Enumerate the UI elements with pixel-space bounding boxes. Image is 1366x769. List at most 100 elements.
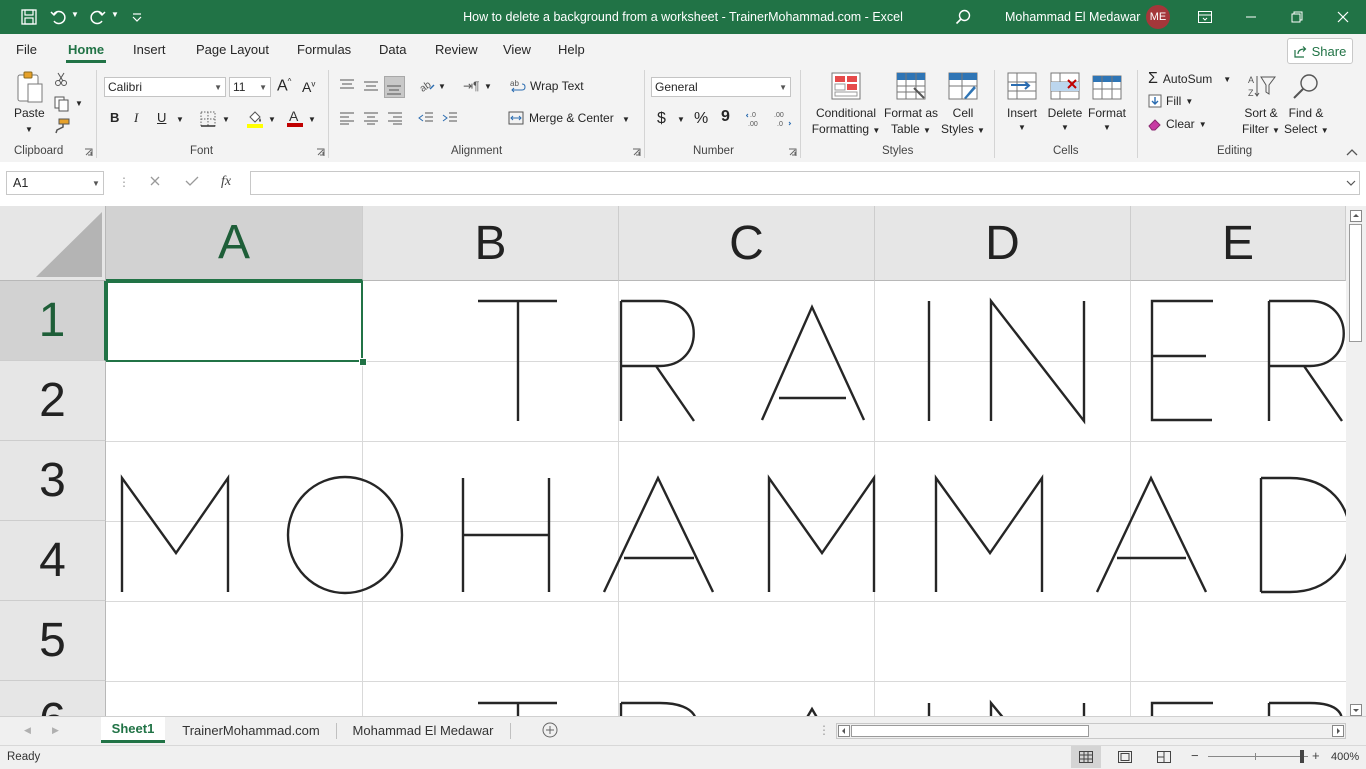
scroll-right-button[interactable] bbox=[1332, 725, 1344, 737]
sheet-tab-sheet1[interactable]: Sheet1 bbox=[101, 717, 165, 743]
font-color-dropdown-icon[interactable]: ▼ bbox=[308, 115, 316, 124]
delete-cells-button[interactable]: Delete ▼ bbox=[1044, 70, 1086, 142]
orientation-icon[interactable]: ab bbox=[418, 77, 436, 93]
alignment-launcher-icon[interactable] bbox=[632, 148, 641, 157]
restore-icon[interactable] bbox=[1286, 6, 1308, 28]
copy-icon[interactable] bbox=[54, 96, 70, 112]
format-as-table-button[interactable]: Format as Table ▼ bbox=[883, 70, 939, 142]
tab-split-handle[interactable]: ⋮ bbox=[818, 723, 830, 737]
scroll-down-button[interactable] bbox=[1350, 704, 1362, 716]
middle-align-icon[interactable] bbox=[363, 78, 379, 92]
font-launcher-icon[interactable] bbox=[316, 148, 325, 157]
worksheet-grid[interactable]: A B C D E 1 2 3 4 5 6 bbox=[0, 206, 1346, 716]
orientation-dropdown-icon[interactable]: ▼ bbox=[438, 82, 446, 91]
borders-icon[interactable] bbox=[200, 111, 216, 127]
menu-view[interactable]: View bbox=[503, 42, 531, 57]
currency-dropdown-icon[interactable]: ▼ bbox=[677, 115, 685, 124]
collapse-ribbon-icon[interactable] bbox=[1346, 148, 1358, 156]
new-sheet-button[interactable] bbox=[542, 722, 558, 738]
paste-button[interactable]: Paste ▼ bbox=[14, 70, 46, 134]
zoom-level[interactable]: 400% bbox=[1331, 751, 1359, 763]
zoom-in-icon[interactable]: + bbox=[1312, 748, 1320, 763]
underline-button[interactable]: U bbox=[157, 110, 166, 125]
merge-dropdown-icon[interactable]: ▼ bbox=[622, 115, 630, 124]
menu-review[interactable]: Review bbox=[435, 42, 478, 57]
menu-formulas[interactable]: Formulas bbox=[297, 42, 351, 57]
align-left-icon[interactable] bbox=[339, 111, 355, 125]
formula-input[interactable] bbox=[250, 171, 1360, 195]
close-icon[interactable] bbox=[1332, 6, 1354, 28]
align-center-icon[interactable] bbox=[363, 111, 379, 125]
italic-button[interactable]: I bbox=[134, 110, 138, 126]
menu-file[interactable]: File bbox=[16, 42, 37, 57]
format-cells-button[interactable]: Format ▼ bbox=[1086, 70, 1128, 142]
copy-dropdown-icon[interactable]: ▼ bbox=[75, 99, 83, 108]
text-direction-dropdown-icon[interactable]: ▼ bbox=[484, 82, 492, 91]
ribbon-display-options-icon[interactable] bbox=[1194, 6, 1216, 28]
bold-button[interactable]: B bbox=[110, 110, 119, 125]
page-break-view-button[interactable] bbox=[1157, 751, 1171, 763]
search-icon[interactable] bbox=[952, 6, 974, 28]
number-launcher-icon[interactable] bbox=[788, 148, 797, 157]
name-box-dropdown-icon[interactable]: ▼ bbox=[92, 179, 100, 188]
find-select-button[interactable]: Find & Select ▼ bbox=[1284, 70, 1329, 142]
expand-formula-bar-icon[interactable] bbox=[1346, 180, 1356, 186]
top-align-icon[interactable] bbox=[339, 78, 355, 92]
menu-home[interactable]: Home bbox=[68, 42, 104, 57]
scroll-up-button[interactable] bbox=[1350, 210, 1362, 222]
increase-decimal-icon[interactable]: .0.00 bbox=[746, 110, 766, 128]
page-layout-view-button[interactable] bbox=[1118, 751, 1132, 763]
menu-data[interactable]: Data bbox=[379, 42, 406, 57]
bottom-align-button[interactable] bbox=[384, 76, 405, 98]
horizontal-scrollbar[interactable] bbox=[836, 723, 1346, 739]
decrease-indent-icon[interactable] bbox=[418, 111, 434, 125]
sort-filter-button[interactable]: AZ Sort & Filter ▼ bbox=[1240, 70, 1282, 142]
underline-dropdown-icon[interactable]: ▼ bbox=[176, 115, 184, 124]
scroll-tabs-left-icon[interactable]: ◀ bbox=[24, 725, 31, 736]
font-size-combo[interactable]: 11 ▼ bbox=[229, 77, 271, 97]
font-name-combo[interactable]: Calibri ▼ bbox=[104, 77, 226, 97]
cancel-entry-icon[interactable] bbox=[149, 175, 161, 187]
decrease-font-size-icon[interactable]: Av bbox=[302, 79, 315, 95]
fill-button[interactable]: Fill ▼ bbox=[1148, 94, 1193, 108]
menu-insert[interactable]: Insert bbox=[133, 42, 166, 57]
fill-color-dropdown-icon[interactable]: ▼ bbox=[268, 115, 276, 124]
active-cell-a1[interactable] bbox=[106, 281, 363, 362]
comma-style-button[interactable]: 9 bbox=[721, 108, 730, 126]
text-direction-icon[interactable]: ⇥¶ bbox=[463, 79, 480, 93]
enter-entry-icon[interactable] bbox=[185, 175, 199, 187]
insert-cells-button[interactable]: Insert ▼ bbox=[1002, 70, 1042, 142]
clear-button[interactable]: Clear ▼ bbox=[1148, 117, 1207, 131]
fill-color-icon[interactable] bbox=[246, 109, 264, 129]
name-box[interactable]: A1 bbox=[6, 171, 104, 195]
format-painter-icon[interactable] bbox=[54, 118, 70, 134]
font-color-icon[interactable]: A bbox=[286, 108, 304, 128]
menu-page-layout[interactable]: Page Layout bbox=[196, 42, 269, 57]
fill-handle[interactable] bbox=[359, 358, 367, 366]
scroll-tabs-right-icon[interactable]: ▶ bbox=[52, 725, 59, 736]
insert-function-icon[interactable]: fx bbox=[221, 174, 231, 190]
cut-icon[interactable] bbox=[54, 72, 68, 86]
scroll-left-button[interactable] bbox=[838, 725, 850, 737]
zoom-out-icon[interactable]: − bbox=[1191, 748, 1199, 763]
sheet-tab-trainermohammad[interactable]: TrainerMohammad.com bbox=[168, 717, 334, 743]
number-format-combo[interactable]: General ▼ bbox=[651, 77, 791, 97]
autosum-button[interactable]: Σ AutoSum ▼ bbox=[1148, 70, 1231, 88]
conditional-formatting-button[interactable]: Conditional Formatting ▼ bbox=[808, 70, 884, 142]
decrease-decimal-icon[interactable]: .00.0 bbox=[772, 110, 792, 128]
merge-center-button[interactable]: Merge & Center bbox=[508, 110, 614, 126]
vertical-scroll-thumb[interactable] bbox=[1349, 224, 1362, 342]
share-button[interactable]: Share bbox=[1287, 38, 1353, 64]
increase-font-size-icon[interactable]: A^ bbox=[277, 77, 291, 95]
avatar[interactable]: ME bbox=[1146, 5, 1170, 29]
clipboard-launcher-icon[interactable] bbox=[84, 148, 93, 157]
normal-view-button[interactable] bbox=[1071, 746, 1101, 768]
zoom-slider-thumb[interactable] bbox=[1300, 750, 1304, 763]
minimize-icon[interactable] bbox=[1240, 6, 1262, 28]
menu-help[interactable]: Help bbox=[558, 42, 585, 57]
wrap-text-button[interactable]: ab Wrap Text bbox=[510, 78, 584, 94]
percent-button[interactable]: % bbox=[694, 110, 708, 128]
currency-button[interactable]: $ bbox=[657, 110, 666, 128]
borders-dropdown-icon[interactable]: ▼ bbox=[222, 115, 230, 124]
sheet-tab-mohammad-el-medawar[interactable]: Mohammad El Medawar bbox=[338, 717, 508, 743]
